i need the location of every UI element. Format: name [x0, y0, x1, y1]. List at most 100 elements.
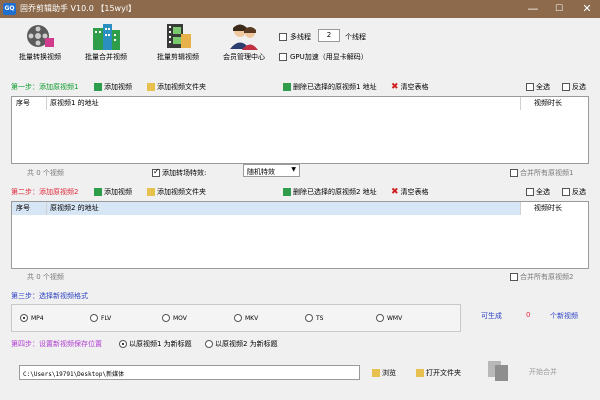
step1-clear-button[interactable]: ✖ 清空表格: [391, 82, 429, 92]
step2-add-folder-button[interactable]: 添加视频文件夹: [147, 187, 206, 197]
step2-delete-selected-button[interactable]: 删除已选择的原视频2 地址: [283, 187, 377, 197]
start-merge-label: 开始合并: [529, 368, 557, 376]
select-all-checkbox[interactable]: [526, 83, 534, 91]
format-ts[interactable]: TS: [305, 314, 323, 322]
gpu-checkbox[interactable]: [279, 53, 287, 61]
merge-video2-label: 合并所有原视频2: [520, 273, 574, 281]
clear-label: 清空表格: [400, 83, 429, 91]
merge-video1-checkbox[interactable]: [510, 169, 518, 177]
title-option2[interactable]: 以原视频2 为新标题: [205, 339, 278, 349]
step1-delete-selected-button[interactable]: 删除已选择的原视频1 地址: [283, 82, 377, 92]
batch-merge-button[interactable]: 批量合并视频: [74, 22, 138, 70]
minimize-button[interactable]: —: [520, 0, 546, 18]
col-path-header: 原视频1 的地址: [50, 99, 99, 107]
merge-video1-option[interactable]: 合并所有原视频1: [510, 168, 573, 178]
main-panel: 批量转换视频 批量合并视频 批量剪辑视频 会员管理中心 多线程 2 个线程 GP…: [0, 18, 600, 400]
col-index-header: 序号: [16, 99, 30, 107]
step2-count: 共 0 个视频: [27, 273, 64, 281]
multithread-checkbox[interactable]: [279, 33, 287, 41]
invert-label: 反选: [572, 188, 586, 196]
col-divider: [46, 97, 47, 110]
batch-edit-button[interactable]: 批量剪辑视频: [146, 22, 210, 70]
step2-title: 第二步：添加原视频2: [11, 188, 79, 196]
format-label: MKV: [245, 314, 259, 322]
col-divider: [46, 202, 47, 215]
delete-selected-label: 删除已选择的原视频2 地址: [293, 188, 377, 196]
tool-label: 批量转换视频: [19, 53, 61, 61]
merge-video2-checkbox[interactable]: [510, 273, 518, 281]
browse-button[interactable]: 浏览: [372, 368, 396, 378]
save-path-input[interactable]: C:\Users\19791\Desktop\新媒体: [19, 365, 360, 380]
maximize-button[interactable]: ☐: [546, 0, 572, 18]
format-mov[interactable]: MOV: [162, 314, 187, 322]
folder-icon: [372, 369, 380, 377]
format-radio[interactable]: [305, 314, 313, 322]
folder-icon: [147, 83, 155, 91]
building-icon: [93, 24, 120, 50]
gpu-label: GPU加速（用显卡解码）: [290, 53, 368, 61]
batch-convert-button[interactable]: 批量转换视频: [8, 22, 72, 70]
step1-invert[interactable]: 反选: [562, 82, 586, 92]
col-divider: [520, 202, 521, 215]
film-reel-icon: [27, 25, 54, 47]
multithread-option[interactable]: 多线程: [279, 32, 311, 42]
step1-select-all[interactable]: 全选: [526, 82, 550, 92]
format-flv[interactable]: FLV: [90, 314, 111, 322]
col-divider: [520, 97, 521, 110]
tool-label: 会员管理中心: [223, 53, 265, 61]
format-label: FLV: [101, 314, 112, 322]
format-label: WMV: [387, 314, 403, 322]
step1-video-table[interactable]: 序号 原视频1 的地址 视频时长: [11, 96, 589, 164]
step1-count: 共 0 个视频: [27, 169, 64, 177]
format-wmv[interactable]: WMV: [376, 314, 402, 322]
open-folder-label: 打开文件夹: [426, 369, 461, 377]
select-all-label: 全选: [536, 83, 550, 91]
format-radio[interactable]: [20, 314, 28, 322]
format-mkv[interactable]: MKV: [234, 314, 258, 322]
step2-video-table[interactable]: 序号 原视频2 的地址 视频时长: [11, 201, 589, 269]
transition-value: 随机特效: [247, 168, 275, 176]
add-video-icon: [94, 188, 102, 196]
chevron-down-icon: ▼: [291, 166, 296, 173]
title-option1[interactable]: 以原视频1 为新标题: [119, 339, 192, 349]
transition-select[interactable]: 随机特效 ▼: [243, 164, 300, 177]
merge-video2-option[interactable]: 合并所有原视频2: [510, 272, 573, 282]
step2-select-all[interactable]: 全选: [526, 187, 550, 197]
thread-count-input[interactable]: 2: [318, 29, 340, 42]
format-radio[interactable]: [90, 314, 98, 322]
col-duration-header: 视频时长: [534, 99, 562, 107]
clear-x-icon: ✖: [391, 82, 399, 92]
title-option1-radio[interactable]: [119, 340, 127, 348]
step2-invert[interactable]: 反选: [562, 187, 586, 197]
title-option1-label: 以原视频1 为新标题: [129, 340, 192, 348]
invert-checkbox[interactable]: [562, 83, 570, 91]
col-duration-header: 视频时长: [534, 204, 562, 212]
thread-unit-label: 个线程: [345, 33, 366, 41]
step1-title: 第一步：添加原视频1: [11, 83, 79, 91]
format-radio[interactable]: [376, 314, 384, 322]
invert-checkbox[interactable]: [562, 188, 570, 196]
format-mp4[interactable]: MP4: [20, 314, 44, 322]
step2-add-video-button[interactable]: 添加视频: [94, 187, 132, 197]
col-index-header: 序号: [16, 204, 30, 212]
open-folder-button[interactable]: 打开文件夹: [416, 368, 461, 378]
format-radio[interactable]: [234, 314, 242, 322]
add-folder-label: 添加视频文件夹: [157, 83, 206, 91]
transition-option[interactable]: 添加转场特效:: [152, 167, 206, 178]
format-radio[interactable]: [162, 314, 170, 322]
step2-clear-button[interactable]: ✖ 清空表格: [391, 187, 429, 197]
browse-label: 浏览: [382, 369, 396, 377]
generated-count: 0: [526, 311, 531, 319]
close-button[interactable]: ✕: [574, 0, 600, 18]
step1-add-video-button[interactable]: 添加视频: [94, 82, 132, 92]
gpu-option[interactable]: GPU加速（用显卡解码）: [279, 52, 368, 62]
member-center-button[interactable]: 会员管理中心: [212, 22, 276, 70]
transition-checkbox[interactable]: [152, 167, 160, 177]
tool-label: 批量剪辑视频: [157, 53, 199, 61]
select-all-checkbox[interactable]: [526, 188, 534, 196]
add-folder-label: 添加视频文件夹: [157, 188, 206, 196]
title-bar: GQ 固乔剪辑助手 V10.0 【15wyl】 — ☐ ✕: [0, 0, 600, 18]
title-option2-radio[interactable]: [205, 340, 213, 348]
merge-icon: [488, 361, 508, 381]
step1-add-folder-button[interactable]: 添加视频文件夹: [147, 82, 206, 92]
